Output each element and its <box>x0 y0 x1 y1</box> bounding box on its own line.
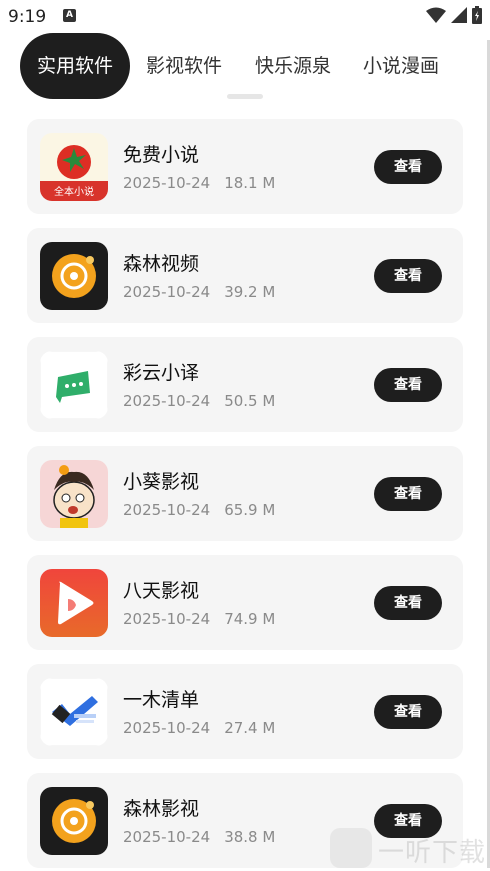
view-button[interactable]: 查看 <box>374 695 442 729</box>
caiyun-translate-icon <box>40 351 108 419</box>
play-triangle-icon <box>40 569 108 637</box>
app-date: 2025-10-24 <box>123 174 211 192</box>
app-date: 2025-10-24 <box>123 283 211 301</box>
app-meta: 2025-10-24 74.9 M <box>123 610 275 628</box>
view-button[interactable]: 查看 <box>374 477 442 511</box>
app-date: 2025-10-24 <box>123 610 211 628</box>
app-name: 一木清单 <box>123 689 200 711</box>
app-name: 森林影视 <box>123 798 200 820</box>
app-date: 2025-10-24 <box>123 828 211 846</box>
forest-video-icon <box>40 787 108 855</box>
app-size: 74.9 M <box>224 610 276 628</box>
app-size: 50.5 M <box>224 392 276 410</box>
app-name: 彩云小译 <box>123 362 200 384</box>
app-card[interactable]: 全本小说 免费小说 2025-10-24 18.1 M 查看 <box>27 119 463 214</box>
app-meta: 2025-10-24 65.9 M <box>123 501 275 519</box>
checkmark-list-icon <box>40 678 108 746</box>
view-button[interactable]: 查看 <box>374 259 442 293</box>
app-date: 2025-10-24 <box>123 719 211 737</box>
app-meta: 2025-10-24 50.5 M <box>123 392 275 410</box>
app-meta: 2025-10-24 18.1 M <box>123 174 275 192</box>
signal-icon <box>451 7 467 23</box>
app-meta: 2025-10-24 38.8 M <box>123 828 275 846</box>
tab-happy-source[interactable]: 快乐源泉 <box>255 33 331 99</box>
status-icons <box>426 6 482 24</box>
app-card[interactable]: 小葵影视 2025-10-24 65.9 M 查看 <box>27 446 463 541</box>
app-name: 森林视频 <box>123 253 200 275</box>
watermark-text: 一听下载 <box>378 838 487 868</box>
battery-icon <box>472 6 482 24</box>
app-size: 39.2 M <box>224 283 276 301</box>
tab-practical-software[interactable]: 实用软件 <box>20 33 131 99</box>
watermark-logo-icon <box>330 828 372 868</box>
app-size: 38.8 M <box>224 828 276 846</box>
view-button[interactable]: 查看 <box>374 586 442 620</box>
view-button[interactable]: 查看 <box>374 368 442 402</box>
tab-novel-comic[interactable]: 小说漫画 <box>363 33 439 99</box>
tomato-novel-icon: 全本小说 <box>40 133 108 201</box>
app-card[interactable]: 森林视频 2025-10-24 39.2 M 查看 <box>27 228 463 323</box>
cartoon-avatar-icon <box>40 460 108 528</box>
status-time: 9:19 <box>8 7 47 27</box>
app-card[interactable]: 彩云小译 2025-10-24 50.5 M 查看 <box>27 337 463 432</box>
app-name: 小葵影视 <box>123 471 200 493</box>
app-card[interactable]: 八天影视 2025-10-24 74.9 M 查看 <box>27 555 463 650</box>
app-date: 2025-10-24 <box>123 501 211 519</box>
app-name: 免费小说 <box>123 144 200 166</box>
a-icon: A <box>63 9 76 22</box>
wifi-icon <box>426 7 446 23</box>
tab-indicator <box>227 94 263 99</box>
view-button[interactable]: 查看 <box>374 150 442 184</box>
app-meta: 2025-10-24 39.2 M <box>123 283 275 301</box>
forest-video-icon <box>40 242 108 310</box>
app-name: 八天影视 <box>123 580 200 602</box>
app-size: 18.1 M <box>224 174 276 192</box>
app-size: 65.9 M <box>224 501 276 519</box>
tab-video-software[interactable]: 影视软件 <box>146 33 222 99</box>
app-date: 2025-10-24 <box>123 392 211 410</box>
app-card[interactable]: 一木清单 2025-10-24 27.4 M 查看 <box>27 664 463 759</box>
app-meta: 2025-10-24 27.4 M <box>123 719 275 737</box>
status-bar: 9:19 A <box>0 0 490 32</box>
icon-caption: 全本小说 <box>54 185 94 198</box>
app-size: 27.4 M <box>224 719 276 737</box>
watermark: 一听下载 <box>330 826 490 871</box>
category-tabs: 实用软件 影视软件 快乐源泉 小说漫画 <box>20 33 480 99</box>
